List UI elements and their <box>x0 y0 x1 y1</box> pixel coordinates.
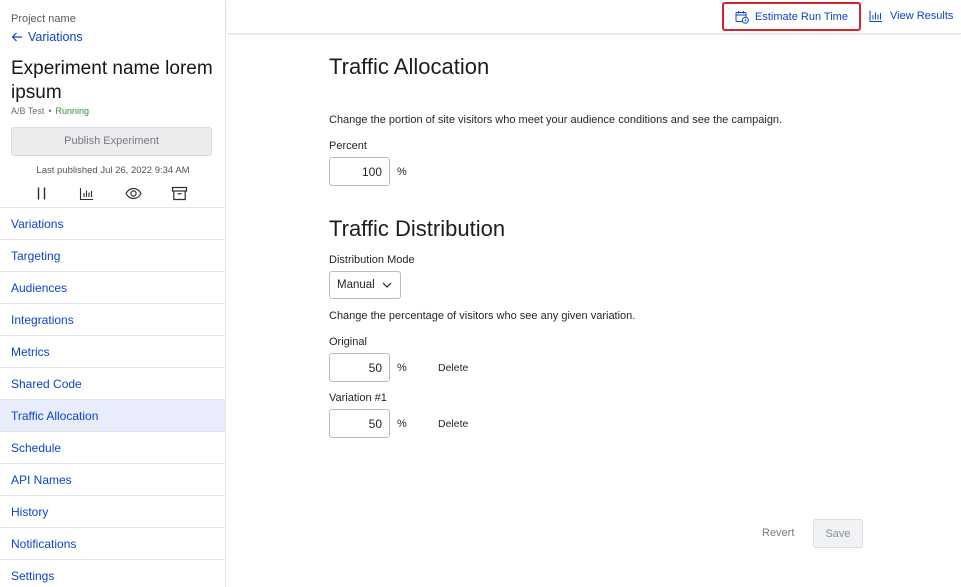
percent-label: Percent <box>329 140 367 152</box>
allocation-description: Change the portion of site visitors who … <box>329 114 783 126</box>
sidebar-item-traffic-allocation[interactable]: Traffic Allocation <box>0 399 225 431</box>
last-published-text: Last published Jul 26, 2022 9:34 AM <box>36 165 190 176</box>
back-to-variations-link[interactable]: Variations <box>11 30 83 44</box>
bar-chart-icon <box>869 10 882 22</box>
experiment-meta: A/B Test • Running <box>11 106 89 116</box>
distribution-title: Traffic Distribution <box>329 216 506 241</box>
pause-icon[interactable] <box>31 183 51 203</box>
percent-input[interactable] <box>329 157 390 186</box>
distribution-mode-select[interactable]: Manual <box>329 271 401 299</box>
estimate-run-time-label: Estimate Run Time <box>755 10 848 23</box>
sidebar-item-targeting[interactable]: Targeting <box>0 239 225 271</box>
estimate-run-time-button[interactable]: Estimate Run Time <box>722 2 861 31</box>
view-results-label: View Results <box>890 10 954 22</box>
delete-variation-1-button[interactable]: Delete <box>438 418 468 430</box>
distribution-mode-value: Manual <box>337 279 375 291</box>
distribution-description: Change the percentage of visitors who se… <box>329 310 636 322</box>
save-button[interactable]: Save <box>813 519 863 548</box>
sidebar: Project name Variations Experiment name … <box>0 0 226 587</box>
delete-original-button[interactable]: Delete <box>438 362 468 374</box>
top-bar: Estimate Run Time View Results <box>227 0 961 34</box>
sidebar-item-api-names[interactable]: API Names <box>0 463 225 495</box>
revert-button[interactable]: Revert <box>762 527 794 539</box>
archive-icon[interactable] <box>169 183 189 203</box>
original-percent-input[interactable] <box>329 353 390 382</box>
sidebar-item-schedule[interactable]: Schedule <box>0 431 225 463</box>
arrow-left-icon <box>11 32 22 42</box>
experiment-actions <box>0 183 225 203</box>
experiment-type: A/B Test <box>11 106 45 116</box>
status-badge: Running <box>55 106 90 116</box>
sidebar-item-shared-code[interactable]: Shared Code <box>0 367 225 399</box>
variation-1-percent-unit: % <box>397 418 407 430</box>
chevron-down-icon <box>382 282 392 288</box>
variation-name-1: Variation #1 <box>329 392 387 404</box>
sidebar-item-history[interactable]: History <box>0 495 225 527</box>
sidebar-item-settings[interactable]: Settings <box>0 559 225 587</box>
experiment-title: Experiment name lorem ipsum <box>11 58 213 103</box>
distribution-mode-label: Distribution Mode <box>329 254 415 266</box>
chart-icon[interactable] <box>76 183 96 203</box>
project-name: Project name <box>11 13 76 25</box>
sidebar-item-audiences[interactable]: Audiences <box>0 271 225 303</box>
variation-name-original: Original <box>329 336 367 348</box>
sidebar-nav: Variations Targeting Audiences Integrati… <box>0 207 225 587</box>
sidebar-item-variations[interactable]: Variations <box>0 207 225 239</box>
calendar-clock-icon <box>735 10 749 24</box>
original-percent-unit: % <box>397 362 407 374</box>
back-link-label: Variations <box>28 30 83 44</box>
percent-unit: % <box>397 166 407 178</box>
variation-1-percent-input[interactable] <box>329 409 390 438</box>
sidebar-item-notifications[interactable]: Notifications <box>0 527 225 559</box>
status-dot: • <box>48 106 52 116</box>
view-results-link[interactable]: View Results <box>869 9 953 23</box>
eye-icon[interactable] <box>123 183 143 203</box>
sidebar-item-integrations[interactable]: Integrations <box>0 303 225 335</box>
publish-experiment-button[interactable]: Publish Experiment <box>11 127 212 156</box>
sidebar-item-metrics[interactable]: Metrics <box>0 335 225 367</box>
page-title: Traffic Allocation <box>329 54 490 79</box>
